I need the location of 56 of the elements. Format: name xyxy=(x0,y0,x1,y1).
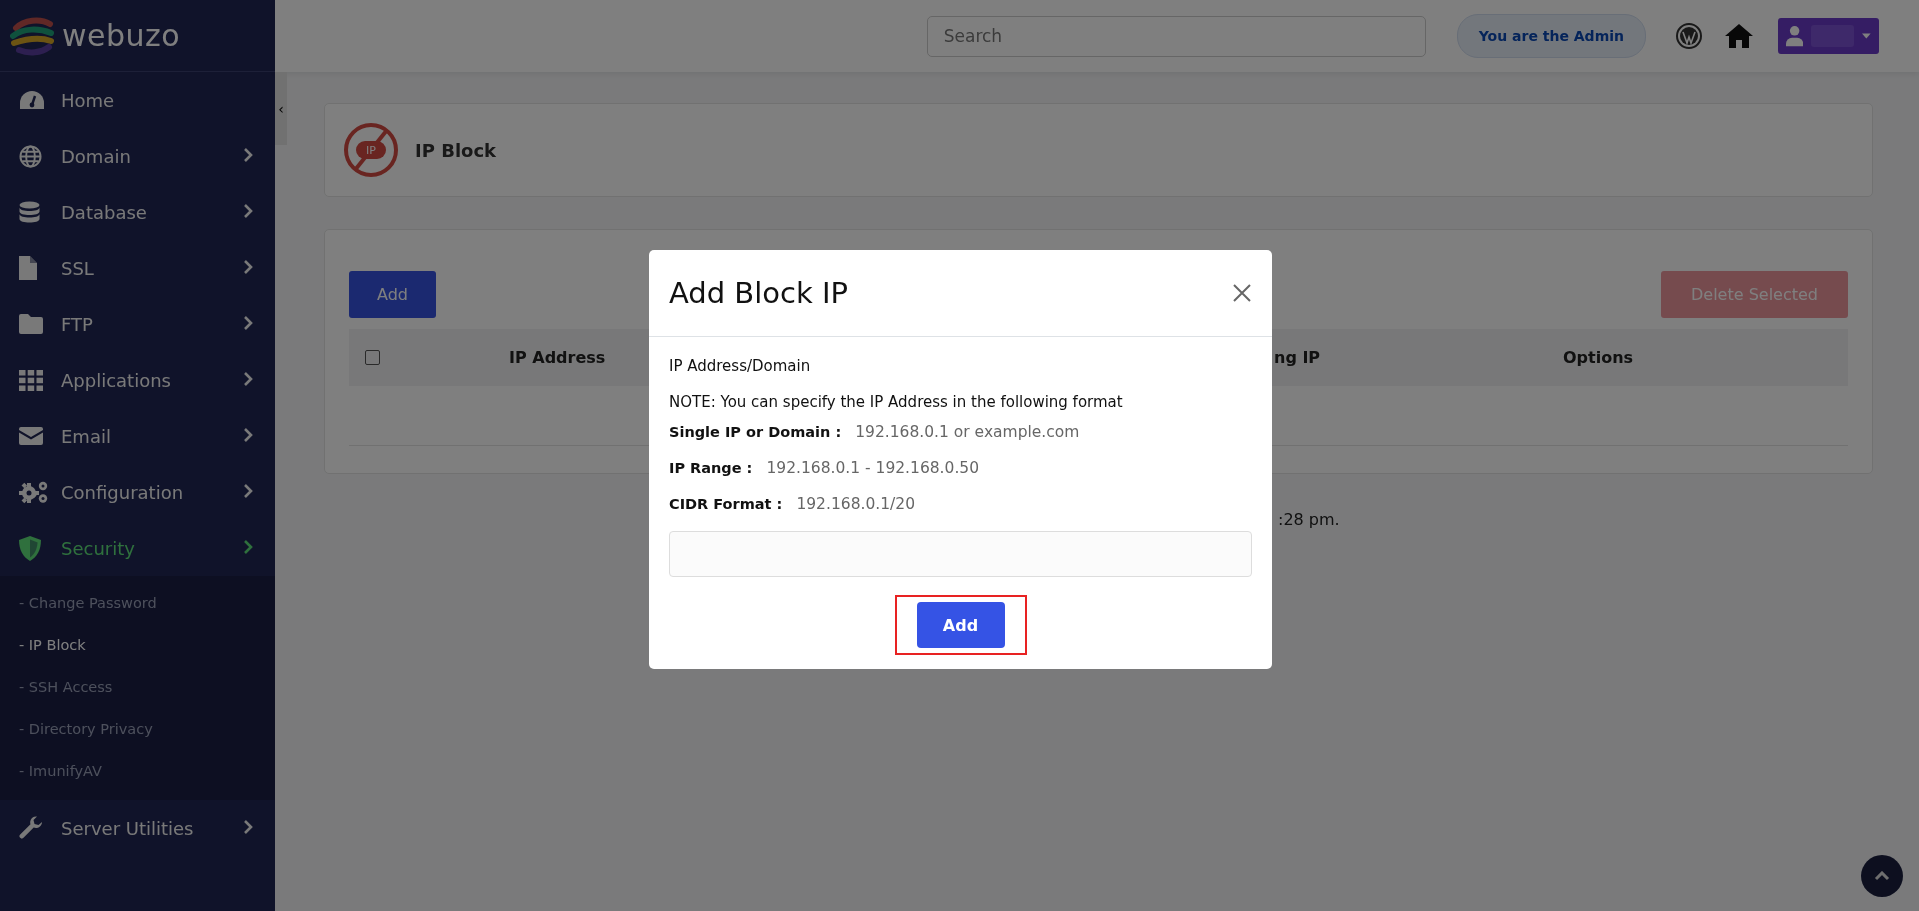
column-header: Options xyxy=(1563,348,1634,367)
submenu-item[interactable]: - Directory Privacy xyxy=(0,708,275,750)
format-example: 192.168.0.1 or example.com xyxy=(855,423,1080,441)
collapse-toggle[interactable]: ‹ xyxy=(275,72,287,145)
sidebar-item[interactable]: Configuration xyxy=(0,464,275,520)
submenu-item[interactable]: - Change Password xyxy=(0,582,275,624)
file-icon xyxy=(19,256,37,280)
folder-icon xyxy=(19,314,43,334)
sidebar-item[interactable]: Security xyxy=(0,520,275,576)
admin-badge[interactable]: You are the Admin xyxy=(1456,14,1646,58)
gears-icon xyxy=(19,480,49,504)
sidebar-item[interactable]: Domain xyxy=(0,128,275,184)
format-label: Single IP or Domain : xyxy=(669,424,842,440)
ip-address-field[interactable] xyxy=(669,531,1252,577)
search-field[interactable]: Search xyxy=(926,15,1426,57)
grid-icon xyxy=(19,369,43,391)
submenu-item[interactable]: - ImunifyAV xyxy=(0,750,275,792)
column-header: ng IP xyxy=(1274,348,1321,367)
column-header: IP Address xyxy=(509,348,606,367)
field-label: IP Address/Domain xyxy=(669,357,812,375)
sidebar-item[interactable]: Applications xyxy=(0,352,275,408)
user-menu-button[interactable] xyxy=(1778,18,1879,54)
submenu-item[interactable]: - SSH Access xyxy=(0,666,275,708)
user-icon xyxy=(1786,24,1804,48)
home-icon[interactable] xyxy=(1724,23,1754,49)
database-icon xyxy=(19,200,40,224)
close-icon[interactable] xyxy=(1232,283,1252,303)
format-example: 192.168.0.1/20 xyxy=(796,495,915,513)
sidebar-item[interactable]: FTP xyxy=(0,296,275,352)
format-example: 192.168.0.1 - 192.168.0.50 xyxy=(766,459,980,477)
note-text: NOTE: You can specify the IP Address in the following format xyxy=(669,393,1124,411)
sidebar-item[interactable]: Home xyxy=(0,72,275,128)
gauge-icon xyxy=(19,90,45,110)
caret-icon xyxy=(1862,33,1871,39)
page-title: IP Block xyxy=(415,139,497,161)
sidebar-item[interactable]: Email xyxy=(0,408,275,464)
sidebar-item[interactable]: SSL xyxy=(0,240,275,296)
globe-icon xyxy=(19,144,42,168)
submenu-item[interactable]: - IP Block xyxy=(0,624,275,666)
dialog-title: Add Block IP xyxy=(669,276,849,310)
sidebar-item[interactable]: Server Utilities xyxy=(0,800,275,856)
shield-icon xyxy=(19,535,41,561)
chevron-up-icon[interactable] xyxy=(1874,871,1890,881)
wrench-icon xyxy=(19,816,43,840)
sidebar-item[interactable]: Database xyxy=(0,184,275,240)
block-icon xyxy=(343,122,399,178)
ip-label: IP xyxy=(356,141,386,159)
add-button[interactable]: Add xyxy=(349,271,436,318)
footer-text: :28 pm. xyxy=(1278,510,1341,529)
format-label: CIDR Format : xyxy=(669,496,783,512)
add-submit-button[interactable]: Add xyxy=(916,602,1005,648)
logo-text: webuzo xyxy=(62,18,181,53)
format-label: IP Range : xyxy=(669,460,753,476)
envelope-icon xyxy=(19,427,43,445)
select-all-checkbox[interactable] xyxy=(365,350,380,365)
wordpress-icon[interactable] xyxy=(1676,23,1702,49)
